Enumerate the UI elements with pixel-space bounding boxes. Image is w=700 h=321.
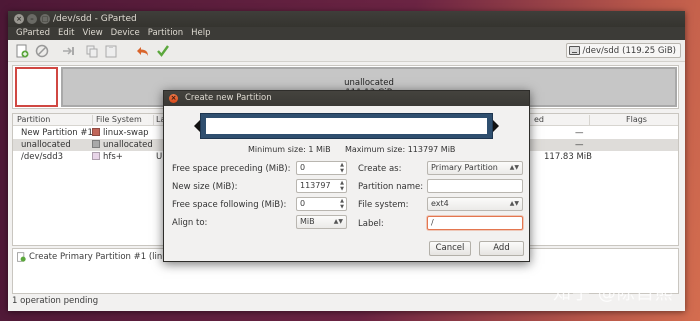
fs-color-swatch <box>92 152 100 160</box>
device-selector[interactable]: /dev/sdd (119.25 GiB) <box>565 43 681 58</box>
dialog-close-button[interactable]: × <box>169 94 178 103</box>
preceding-value: 0 <box>300 163 306 172</box>
drive-icon <box>568 46 580 55</box>
watermark: 知乎 @陈自熊 <box>553 283 674 304</box>
chevron-down-icon: ▲▼ <box>509 200 519 207</box>
cancel-button[interactable]: Cancel <box>429 241 471 256</box>
following-spinner[interactable]: 0 ▲ ▼ <box>296 197 347 211</box>
align-value: MiB <box>300 217 315 226</box>
label-field[interactable]: / <box>427 216 523 230</box>
window-close-button[interactable]: × <box>14 14 24 24</box>
delete-icon[interactable] <box>34 43 50 59</box>
device-size: (119.25 GiB) <box>622 45 676 56</box>
row-used: — <box>575 140 584 150</box>
col-used[interactable]: ed <box>534 115 544 124</box>
window-titlebar: × – □ /dev/sdd - GParted <box>8 11 685 27</box>
maximum-size-label: Maximum size: 113797 MiB <box>345 145 456 154</box>
dialog-titlebar: × Create new Partition <box>164 91 529 106</box>
paste-icon[interactable] <box>103 43 119 59</box>
row-filesystem: hfs+ <box>103 152 123 162</box>
new-size-value: 113797 <box>300 181 331 190</box>
list-item[interactable]: Create Primary Partition #1 (linux-sw <box>16 252 187 262</box>
minimum-size-label: Minimum size: 1 MiB <box>248 145 331 154</box>
resize-right-handle[interactable] <box>493 120 499 132</box>
copy-icon[interactable] <box>84 43 100 59</box>
new-partition-icon[interactable] <box>14 43 30 59</box>
menu-edit[interactable]: Edit <box>54 27 78 40</box>
partition-name-field[interactable] <box>427 179 523 193</box>
label-label: Label: <box>358 219 384 229</box>
preceding-label: Free space preceding (MiB): <box>172 164 291 174</box>
new-size-spinner[interactable]: 113797 ▲ ▼ <box>296 179 347 193</box>
row-partition: unallocated <box>21 140 71 150</box>
col-partition[interactable]: Partition <box>17 115 50 124</box>
menu-view[interactable]: View <box>78 27 106 40</box>
align-select[interactable]: MiB ▲▼ <box>296 215 347 229</box>
resize-icon[interactable] <box>60 43 76 59</box>
window-maximize-button[interactable]: □ <box>40 14 50 24</box>
toolbar: /dev/sdd (119.25 GiB) <box>8 40 685 62</box>
fs-color-swatch <box>92 140 100 148</box>
add-button[interactable]: Add <box>479 241 524 256</box>
file-system-value: ext4 <box>431 199 449 208</box>
menu-help[interactable]: Help <box>187 27 214 40</box>
menu-partition[interactable]: Partition <box>144 27 187 40</box>
partition-resizer[interactable] <box>194 113 499 141</box>
row-partition: /dev/sdd3 <box>21 152 64 162</box>
chevron-down-icon: ▲▼ <box>333 218 343 225</box>
graphic-unallocated-label: unallocated <box>344 78 394 88</box>
row-partition: New Partition #1 <box>21 128 93 138</box>
file-system-label: File system: <box>358 200 409 210</box>
device-name: /dev/sdd <box>582 45 620 56</box>
row-used: 117.83 MiB <box>544 152 592 162</box>
fs-color-swatch <box>92 128 100 136</box>
partition-name-label: Partition name: <box>358 182 424 192</box>
col-filesystem[interactable]: File System <box>96 115 142 124</box>
align-label: Align to: <box>172 218 208 228</box>
row-filesystem: linux-swap <box>103 128 149 138</box>
create-as-select[interactable]: Primary Partition ▲▼ <box>427 161 523 175</box>
following-label: Free space following (MiB): <box>172 200 287 210</box>
new-partition-icon <box>17 252 26 262</box>
window-minimize-button[interactable]: – <box>27 14 37 24</box>
undo-icon[interactable] <box>135 43 151 59</box>
apply-icon[interactable] <box>155 43 171 59</box>
row-used: — <box>575 128 584 138</box>
menu-gparted[interactable]: GParted <box>12 27 54 40</box>
new-size-label: New size (MiB): <box>172 182 238 192</box>
file-system-select[interactable]: ext4 ▲▼ <box>427 197 523 211</box>
col-flags[interactable]: Flags <box>626 115 647 124</box>
chevron-down-icon: ▲▼ <box>509 164 519 171</box>
following-value: 0 <box>300 199 306 208</box>
window-title: /dev/sdd - GParted <box>53 14 137 24</box>
create-partition-dialog: × Create new Partition Minimum size: 1 M… <box>163 90 530 262</box>
menu-bar: GParted Edit View Device Partition Help <box>8 27 685 40</box>
dialog-title: Create new Partition <box>185 93 272 103</box>
resizer-bar[interactable] <box>200 113 493 139</box>
create-as-label: Create as: <box>358 164 402 174</box>
graphic-new-partition-1[interactable] <box>15 67 58 107</box>
menu-device[interactable]: Device <box>107 27 144 40</box>
preceding-spinner[interactable]: 0 ▲ ▼ <box>296 161 347 175</box>
row-filesystem: unallocated <box>103 140 153 150</box>
status-bar: 1 operation pending <box>12 296 99 306</box>
create-as-value: Primary Partition <box>431 163 498 172</box>
